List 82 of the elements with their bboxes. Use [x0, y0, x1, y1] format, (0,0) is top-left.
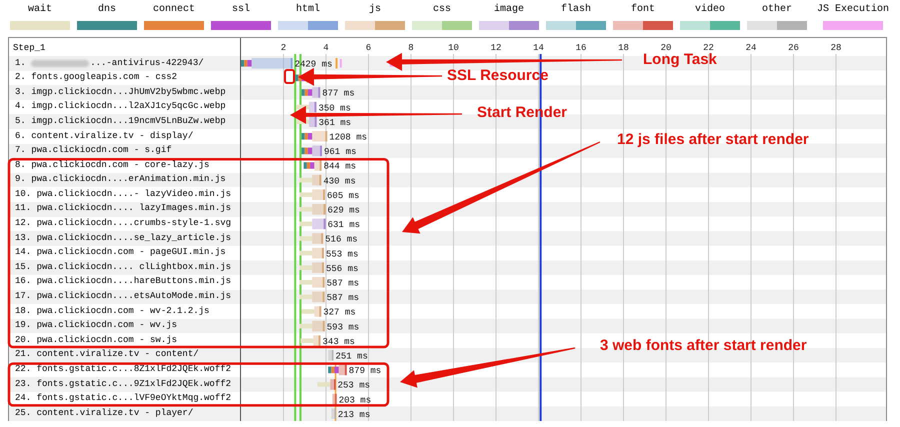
legend-label: image — [494, 4, 524, 16]
tick-label: 10 — [448, 43, 459, 53]
resource-label: 9. pwa.clickiocdn....erAnimation.min.js — [15, 173, 226, 186]
duration-label: 593 ms — [326, 322, 360, 332]
tick-label: 12 — [490, 43, 502, 53]
legend-label: video — [694, 4, 725, 16]
duration-label: 361 ms — [318, 118, 352, 128]
event-marker — [334, 362, 336, 421]
duration-label: 251 ms — [335, 352, 368, 362]
duration-label: 631 ms — [328, 220, 360, 230]
resource-label: 25. content.viralize.tv - player/ — [15, 406, 194, 420]
resource-label: 21. content.viralize.tv - content/ — [15, 348, 199, 362]
duration-label: 844 ms — [324, 162, 356, 172]
duration-label: 213 ms — [338, 410, 370, 420]
legend-label: html — [296, 4, 320, 16]
resource-label: 13. pwa.clickiocdn....se_lazy_article.js — [15, 232, 232, 245]
duration-label: 556 ms — [326, 264, 358, 274]
resource-label: 8. pwa.clickiocdn.com - core-lazy.js — [15, 158, 210, 172]
resource-label: 3. imgp.clickiocdn...JhUmV2by5wbmc.webp — [15, 86, 226, 99]
resource-label: 24. fonts.gstatic.c...lVF9eOYktMqg.woff2 — [15, 392, 232, 406]
callout-text: 3 web fonts after start render — [600, 336, 807, 356]
legend-label: css — [432, 4, 451, 16]
tick-label: 4 — [323, 43, 329, 53]
resource-label: 5. imgp.clickiocdn...19ncmV5LnBuZw.webp — [15, 114, 226, 128]
step-label: Step_1 — [13, 42, 46, 54]
duration-label: 327 ms — [323, 308, 356, 318]
legend-label: connect — [152, 4, 195, 16]
legend-label: font — [630, 4, 655, 16]
duration-label: 430 ms — [323, 176, 356, 186]
resource-label: 11. pwa.clickiocdn.... lazyImages.min.js — [15, 202, 232, 216]
resource-label: 17. pwa.clickiocdn....etsAutoMode.min.js — [15, 290, 232, 304]
legend-label: wait — [28, 4, 52, 16]
duration-label: 629 ms — [328, 206, 360, 216]
legend-label: flash — [560, 4, 591, 16]
resource-label: 18. pwa.clickiocdn.com - wv-2.1.2.js — [15, 304, 210, 318]
duration-label: 587 ms — [326, 293, 360, 304]
row-number: 1. — [15, 56, 27, 70]
callout-text: 12 js files after start render — [617, 130, 809, 150]
resource-label: 6. content.viralize.tv - display/ — [15, 130, 194, 143]
tick-label: 28 — [830, 43, 842, 53]
tick-label: 24 — [746, 43, 756, 53]
resource-label: 7. pwa.clickiocdn.com - s.gif — [15, 144, 172, 158]
tick-label: 18 — [618, 43, 629, 53]
resource-label: 20. pwa.clickiocdn.com - sw.js — [15, 334, 178, 347]
duration-label: 879 ms — [348, 366, 382, 376]
resource-label: 4. imgp.clickiocdn...l2aXJ1cy5qcGc.webp — [15, 100, 226, 114]
resource-label: 23. fonts.gstatic.c...9Z1xlFd2JQEk.woff2 — [15, 378, 232, 391]
duration-label: 1208 ms — [329, 132, 368, 142]
resource-label: 12. pwa.clickiocdn....crumbs-style-1.svg — [15, 217, 232, 230]
duration-label: 253 ms — [338, 380, 370, 391]
tick-label: 6 — [366, 43, 372, 53]
duration-label: 343 ms — [322, 336, 355, 347]
resource-label: 22. fonts.gstatic.c...8Z1xlFd2JQEk.woff2 — [15, 363, 232, 376]
tick-label: 26 — [788, 43, 799, 53]
highlight-box — [284, 69, 295, 84]
legend-label: dns — [98, 4, 116, 16]
tick-label: 16 — [576, 43, 586, 53]
legend-label: js — [368, 4, 381, 16]
legend-label: other — [762, 4, 792, 16]
tick-label: 14 — [533, 43, 544, 53]
duration-label: 961 ms — [324, 147, 356, 158]
duration-label: 203 ms — [338, 395, 372, 406]
tick-label: 20 — [660, 43, 672, 53]
resource-label: 2. fonts.googleapis.com - css2 — [15, 71, 178, 84]
resource-label: 15. pwa.clickiocdn.... clLightbox.min.js — [15, 260, 232, 274]
duration-label: 553 ms — [326, 249, 358, 260]
duration-label: 350 ms — [318, 103, 351, 114]
duration-label: 605 ms — [327, 190, 360, 201]
legend-label: JS Execution — [816, 4, 889, 16]
resource-label: 14. pwa.clickiocdn.com - pageGUI.min.js — [15, 246, 226, 260]
tick-label: 8 — [408, 43, 414, 53]
duration-label: 877 ms — [322, 88, 355, 99]
duration-label: 516 ms — [325, 234, 358, 245]
resource-label: 16. pwa.clickiocdn....hareButtons.min.js — [15, 275, 232, 288]
legend-label: ssl — [232, 4, 250, 16]
tick-label: 22 — [703, 43, 714, 53]
callout-text: Long Task — [643, 50, 717, 70]
duration-label: 587 ms — [326, 278, 360, 288]
resource-label: 19. pwa.clickiocdn.com - wv.js — [15, 319, 178, 332]
tick-label: 2 — [280, 43, 286, 53]
resource-label: ...-antivirus-422943/ — [90, 56, 204, 70]
resource-label: 10. pwa.clickiocdn....- lazyVideo.min.js — [15, 188, 232, 201]
